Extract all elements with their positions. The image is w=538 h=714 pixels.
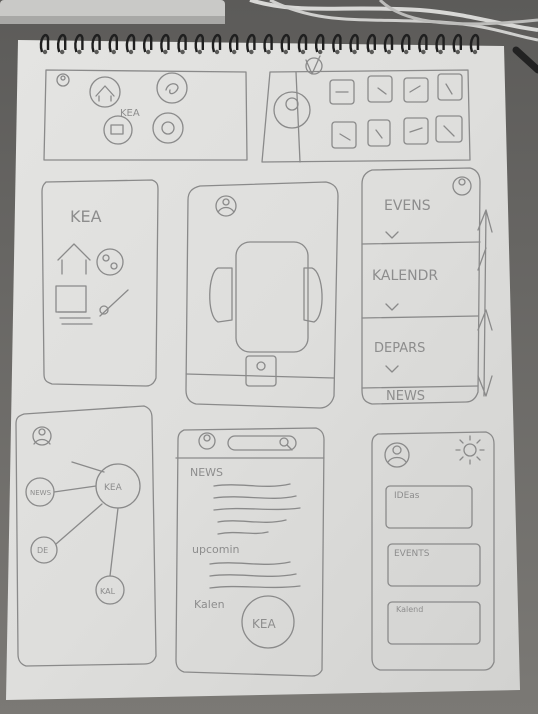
card-calendar: Kalend bbox=[396, 605, 423, 614]
spiral-hole bbox=[214, 49, 220, 55]
spiral-hole bbox=[300, 49, 306, 55]
mindmap-node-news: NEWS bbox=[30, 489, 52, 497]
spiral-hole bbox=[111, 49, 117, 55]
spiral-hole bbox=[60, 49, 65, 55]
spiral-hole bbox=[146, 49, 151, 55]
mindmap-node-de: DE bbox=[37, 546, 48, 555]
spiral-hole bbox=[283, 49, 288, 55]
spiral-hole bbox=[335, 49, 340, 55]
card-ideas: IDEas bbox=[394, 491, 420, 501]
spiral-hole bbox=[163, 49, 168, 55]
spiral-hole bbox=[128, 49, 134, 55]
spiral-hole bbox=[472, 49, 478, 55]
mindmap-node-kal: KAL bbox=[100, 587, 116, 596]
spiral-hole bbox=[438, 49, 443, 55]
spiral-hole bbox=[197, 49, 202, 55]
menu-item-events: EVENS bbox=[384, 198, 431, 214]
menu-item-departments: DEPARS bbox=[374, 341, 425, 356]
spiral-hole bbox=[266, 49, 271, 55]
notebook-photo: KEA KEA EVENS KALENDR DEPARS NEWS KEA NE… bbox=[0, 0, 538, 714]
spiral-hole bbox=[386, 49, 392, 55]
spiral-hole bbox=[352, 49, 357, 55]
feed-section-calendar: Kalen bbox=[194, 598, 225, 611]
spiral-hole bbox=[77, 49, 82, 55]
spiral-hole bbox=[180, 49, 185, 55]
feed-badge: KEA bbox=[252, 617, 276, 631]
menu-item-calendar: KALENDR bbox=[372, 268, 438, 284]
spiral-hole bbox=[42, 49, 48, 55]
home-logo: KEA bbox=[120, 108, 140, 119]
spiral-hole bbox=[318, 49, 323, 55]
spiral-hole bbox=[455, 49, 460, 55]
splash-logo: KEA bbox=[70, 207, 102, 226]
menu-item-news: NEWS bbox=[386, 389, 425, 404]
spiral-hole bbox=[369, 49, 374, 55]
spiral-hole bbox=[404, 49, 409, 55]
feed-section-news: NEWS bbox=[190, 466, 223, 479]
spiral-hole bbox=[249, 49, 254, 55]
mindmap-center: KEA bbox=[104, 483, 123, 493]
spiral-hole bbox=[232, 49, 237, 55]
spiral-hole bbox=[421, 49, 426, 55]
feed-section-upcoming: upcomin bbox=[192, 543, 240, 556]
card-events: EVENTS bbox=[394, 549, 430, 559]
spiral-hole bbox=[94, 49, 99, 55]
